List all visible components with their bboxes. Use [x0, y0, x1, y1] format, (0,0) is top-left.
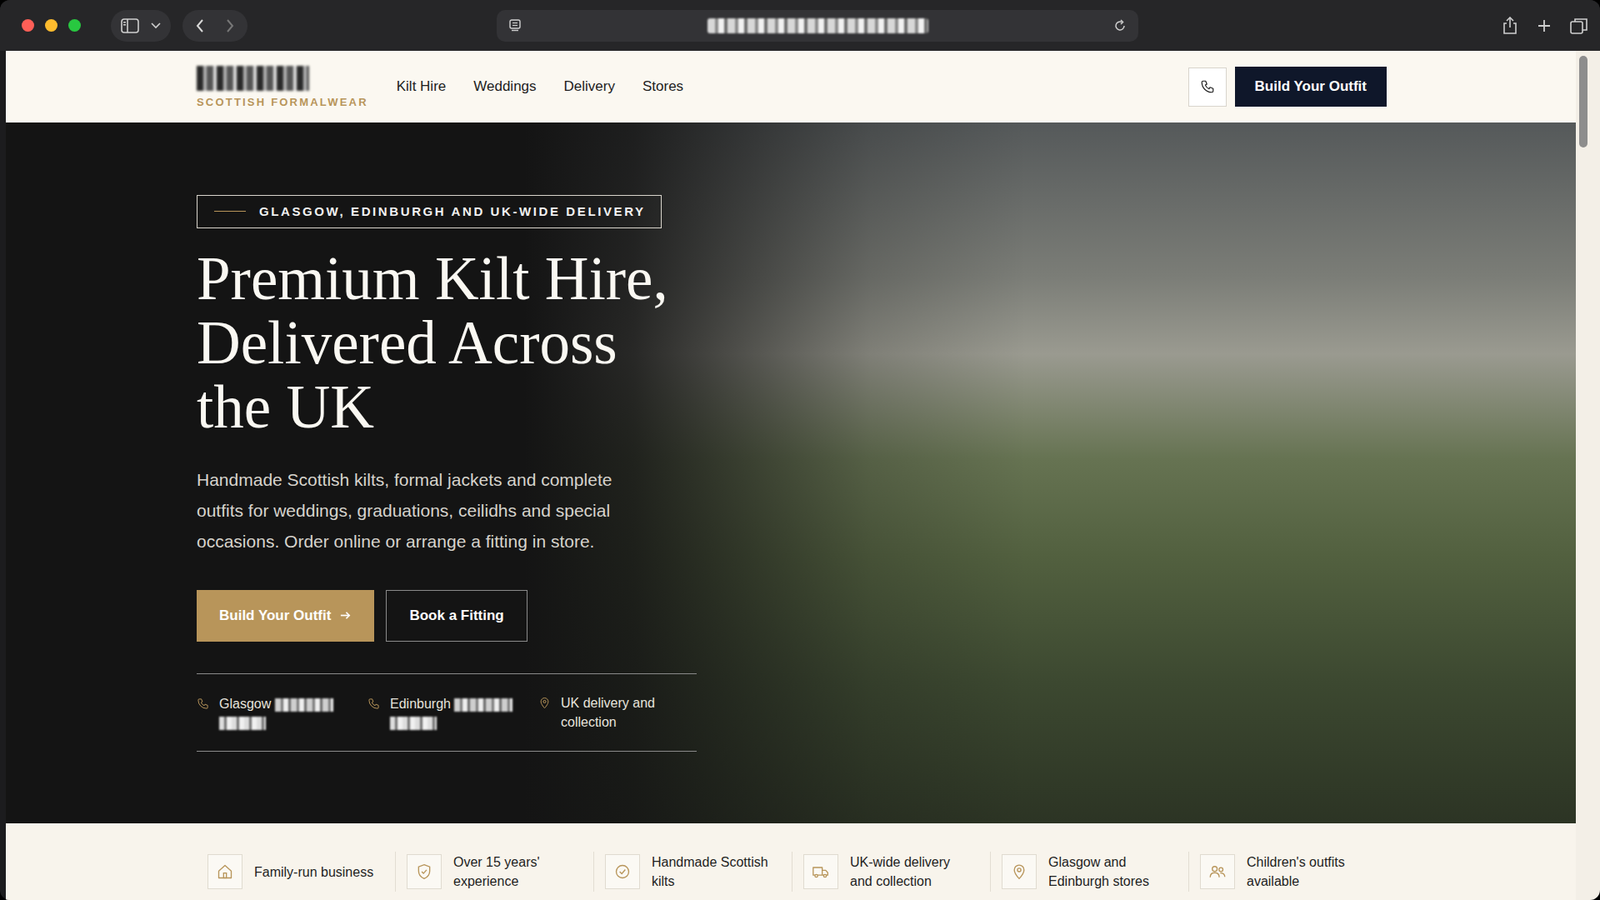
build-outfit-button[interactable]: Build Your Outfit [1235, 66, 1387, 107]
truck-icon [811, 863, 830, 880]
address-bar[interactable] [496, 10, 1139, 42]
contact-label: UK delivery and collection [560, 695, 655, 730]
nav-link[interactable]: Kilt Hire [396, 78, 447, 95]
people-icon [1208, 863, 1227, 880]
blurred-logo-mark [196, 65, 310, 91]
blurred-number [390, 716, 437, 730]
sidebar-icon [120, 18, 140, 34]
contact-label: Glasgow [219, 696, 271, 711]
hero-title: Premium Kilt Hire,Delivered Acrossthe UK [196, 246, 697, 440]
badge-line [214, 210, 246, 212]
button-label: Build Your Outfit [219, 607, 331, 625]
phone-icon [196, 697, 210, 710]
book-fitting-button[interactable]: Book a Fitting [385, 590, 527, 642]
nav-link[interactable]: Delivery [564, 78, 615, 95]
contact-row: Glasgow Edinburgh UK delivery and collec… [196, 673, 697, 752]
title-line: the UK [196, 375, 697, 440]
browser-content: SCOTTISH FORMALWEAR Kilt Hire Weddings Deli… [5, 50, 1600, 900]
shield-icon [415, 863, 433, 880]
check-circle-icon [614, 863, 631, 880]
hero-content: GLASGOW, EDINBURGH AND UK-WIDE DELIVERY P… [196, 195, 697, 752]
badge-text: GLASGOW, EDINBURGH AND UK-WIDE DELIVERY [259, 204, 646, 219]
chevron-down-icon [150, 22, 161, 30]
blurred-number [219, 716, 266, 730]
logo-tagline: SCOTTISH FORMALWEAR [196, 95, 369, 109]
feature-icon-box [1001, 854, 1037, 890]
feature-label: Glasgow and Edinburgh stores [1048, 852, 1170, 891]
contact-text: Glasgow [219, 694, 334, 730]
feature-icon-box [1200, 854, 1235, 890]
forward-icon[interactable] [225, 19, 235, 33]
tab-overview-icon[interactable] [1570, 17, 1589, 35]
feature-label: Handmade Scottish kilts [651, 852, 773, 891]
phone-icon [1200, 79, 1215, 95]
feature-list: Family-run business Over 15 years' experi… [196, 851, 1387, 892]
feature-icon-box [406, 854, 442, 890]
blurred-number [275, 698, 334, 712]
scrollbar[interactable] [1575, 50, 1600, 900]
hero-description: Handmade Scottish kilts, formal jackets … [196, 464, 664, 557]
browser-window: SCOTTISH FORMALWEAR Kilt Hire Weddings Deli… [0, 0, 1600, 900]
toolbar-actions [1501, 16, 1589, 35]
scrollbar-thumb[interactable] [1579, 55, 1588, 148]
contact-text: Edinburgh [390, 694, 513, 730]
map-pin-icon [1010, 863, 1028, 880]
blurred-url [707, 18, 929, 34]
feature-item: Children's outfits available [1188, 851, 1387, 892]
feature-item: Over 15 years' experience [395, 851, 594, 892]
title-line: Premium Kilt Hire, [196, 246, 697, 311]
new-tab-icon[interactable] [1536, 18, 1552, 34]
contact-label: Edinburgh [390, 696, 451, 711]
back-icon[interactable] [195, 19, 205, 33]
reload-icon[interactable] [1113, 19, 1127, 33]
feature-item: Handmade Scottish kilts [593, 851, 792, 892]
feature-item: UK-wide delivery and collection [791, 851, 990, 892]
zoom-button[interactable] [68, 19, 81, 32]
web-page: SCOTTISH FORMALWEAR Kilt Hire Weddings Deli… [5, 50, 1576, 900]
arrow-right-icon [339, 609, 352, 622]
button-label: Book a Fitting [409, 607, 504, 625]
header-actions: Build Your Outfit [1188, 66, 1387, 107]
phone-icon [367, 697, 380, 710]
map-pin-icon [538, 696, 551, 710]
title-line: Delivered Across [196, 310, 697, 375]
minimize-button[interactable] [45, 19, 58, 32]
phone-contact[interactable]: Edinburgh [367, 694, 539, 730]
main-nav: Kilt Hire Weddings Delivery Stores [396, 78, 684, 95]
site-header: SCOTTISH FORMALWEAR Kilt Hire Weddings Deli… [5, 50, 1576, 123]
nav-link[interactable]: Stores [642, 78, 684, 95]
feature-label: Over 15 years' experience [453, 852, 575, 891]
nav-link[interactable]: Weddings [473, 78, 536, 95]
hero-buttons: Build Your Outfit Book a Fitting [196, 590, 697, 642]
phone-button[interactable] [1188, 67, 1227, 107]
site-logo[interactable]: SCOTTISH FORMALWEAR [196, 65, 369, 109]
phone-contact[interactable]: Glasgow [196, 694, 368, 730]
close-button[interactable] [21, 19, 35, 32]
feature-item: Glasgow and Edinburgh stores [990, 851, 1189, 892]
contact-text: UK delivery and collection [560, 693, 697, 732]
feature-icon-box [207, 854, 243, 890]
page-menu-icon[interactable] [508, 19, 522, 33]
blurred-number [454, 698, 513, 712]
feature-strip: Family-run business Over 15 years' experi… [5, 823, 1576, 900]
delivery-info: UK delivery and collection [538, 693, 697, 732]
feature-item: Family-run business [196, 851, 395, 892]
home-icon [216, 863, 234, 880]
share-icon[interactable] [1501, 16, 1519, 35]
history-buttons [182, 10, 248, 42]
hero-section: GLASGOW, EDINBURGH AND UK-WIDE DELIVERY P… [5, 122, 1576, 824]
window-controls [21, 19, 81, 32]
feature-label: Children's outfits available [1246, 852, 1368, 891]
location-badge: GLASGOW, EDINBURGH AND UK-WIDE DELIVERY [196, 195, 662, 229]
feature-icon-box [605, 854, 640, 890]
build-outfit-button[interactable]: Build Your Outfit [196, 590, 375, 642]
browser-toolbar [0, 0, 1600, 51]
feature-icon-box [803, 854, 839, 890]
feature-label: UK-wide delivery and collection [850, 852, 971, 891]
feature-label: Family-run business [254, 862, 374, 882]
sidebar-toggle[interactable] [110, 10, 171, 42]
